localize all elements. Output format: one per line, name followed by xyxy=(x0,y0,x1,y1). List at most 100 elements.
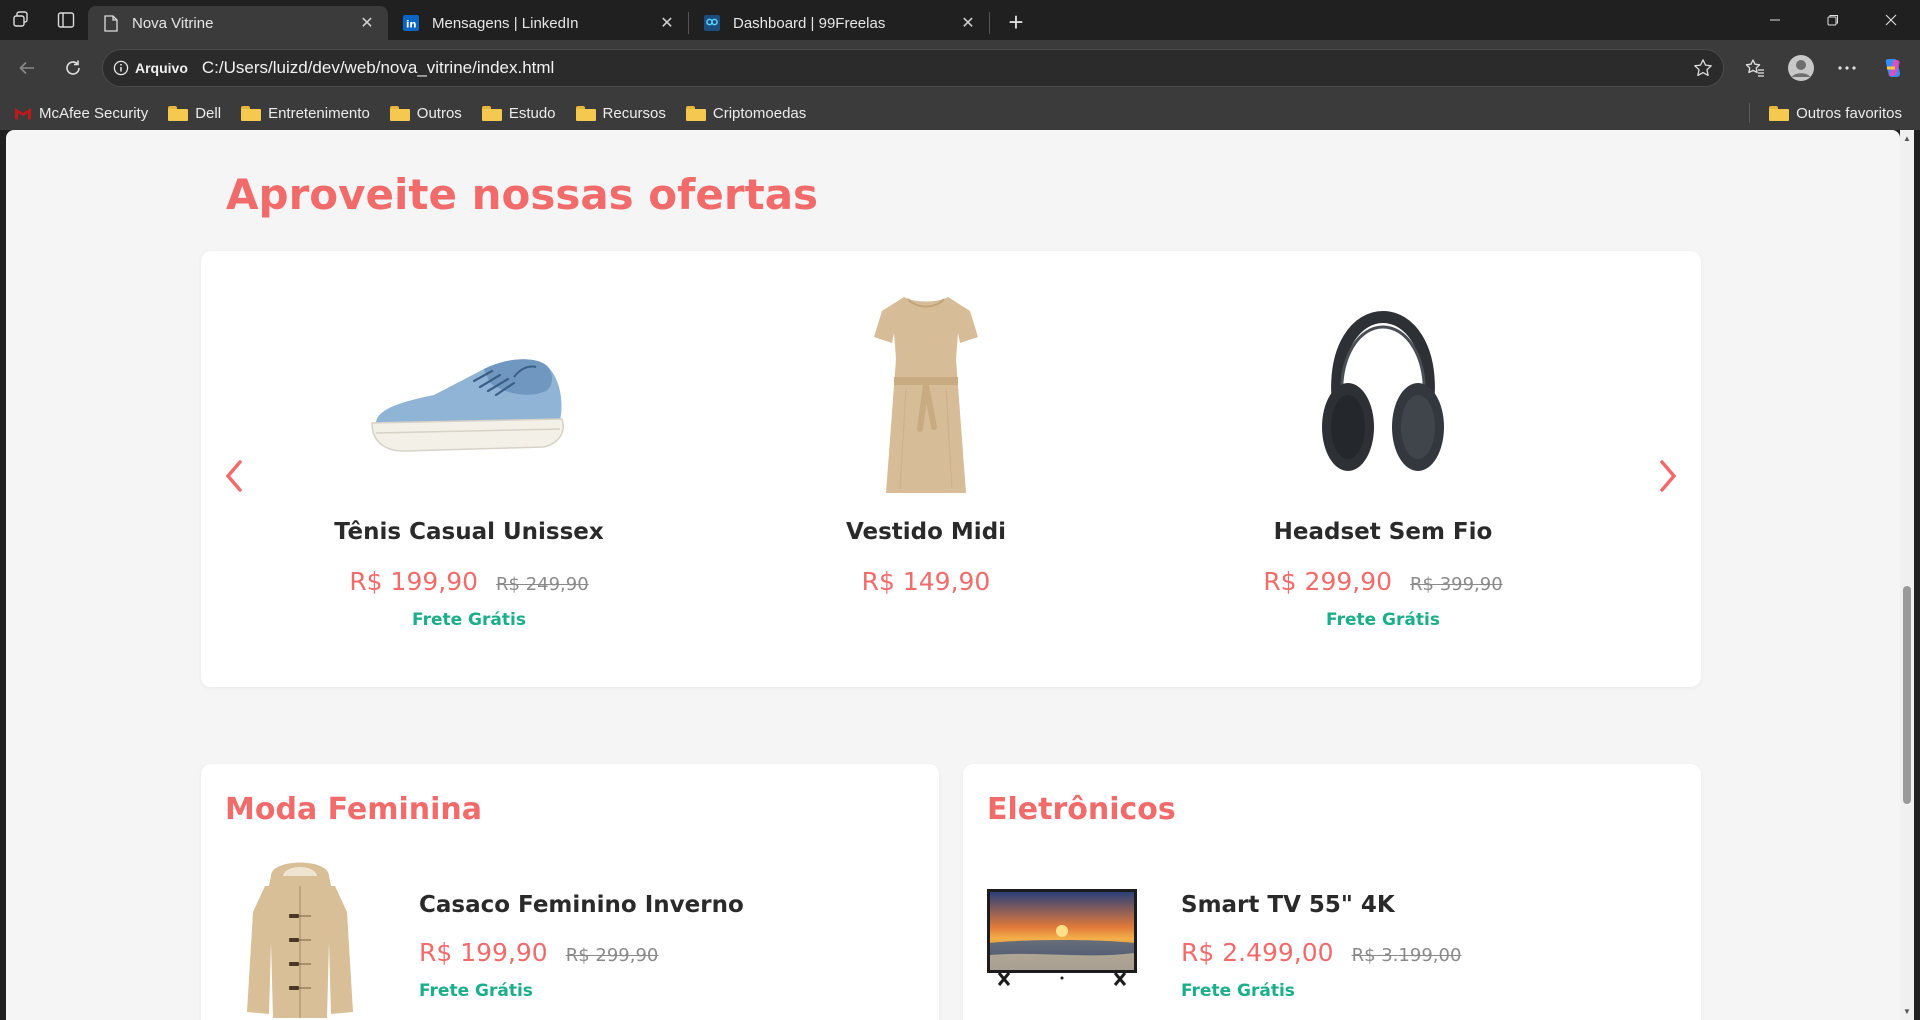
close-tab-icon[interactable]: ✕ xyxy=(656,12,678,34)
tab-title: Dashboard | 99Freelas xyxy=(733,14,886,32)
product-name: Tênis Casual Unissex xyxy=(334,519,604,545)
chevron-left-icon xyxy=(225,460,242,492)
restore-icon[interactable] xyxy=(1804,0,1862,40)
bookmarks-bar: McAfee Security Dell Entretenimento Outr… xyxy=(0,96,1920,130)
product-prices: R$ 299,90 R$ 399,90 xyxy=(1163,567,1603,596)
mcafee-icon xyxy=(15,108,31,120)
product-price: R$ 299,90 xyxy=(1263,567,1393,596)
product-prices: R$ 2.499,00 R$ 3.199,00 xyxy=(1181,938,1461,967)
navigation-bar: Arquivo C:/Users/luizd/dev/web/nova_vitr… xyxy=(0,40,1920,96)
bookmark-entretenimento[interactable]: Entretenimento xyxy=(231,99,380,127)
product-prices: R$ 199,90 R$ 299,90 xyxy=(419,938,744,967)
dress-image[interactable] xyxy=(706,289,1146,501)
close-tab-icon[interactable]: ✕ xyxy=(957,12,979,34)
offers-carousel: Tênis Casual Unissex R$ 199,90 R$ 249,90… xyxy=(201,251,1701,687)
tab-strip: Nova Vitrine ✕ in Mensagens | LinkedIn ✕… xyxy=(0,0,1920,40)
vertical-tabs-icon[interactable] xyxy=(44,0,88,40)
carousel-product[interactable]: Tênis Casual Unissex R$ 199,90 R$ 249,90… xyxy=(249,289,689,630)
profile-avatar-icon[interactable] xyxy=(1778,48,1824,88)
scroll-up-icon[interactable]: ▲ xyxy=(1903,134,1911,143)
tab-nova-vitrine[interactable]: Nova Vitrine ✕ xyxy=(88,6,388,40)
site-info-button[interactable]: Arquivo xyxy=(113,60,202,76)
close-window-icon[interactable] xyxy=(1862,0,1920,40)
toolbar-right xyxy=(1732,48,1916,88)
product-old-price: R$ 299,90 xyxy=(565,945,659,966)
close-tab-icon[interactable]: ✕ xyxy=(356,12,378,34)
bookmark-label: Recursos xyxy=(602,104,666,122)
bookmark-dell[interactable]: Dell xyxy=(158,99,231,127)
bookmark-criptomoedas[interactable]: Criptomoedas xyxy=(676,99,816,127)
product-old-price: R$ 3.199,00 xyxy=(1351,945,1462,966)
free-shipping-label: Frete Grátis xyxy=(412,610,526,630)
scrollbar-thumb[interactable] xyxy=(1903,586,1911,804)
product-name: Headset Sem Fio xyxy=(1273,519,1493,545)
product-prices: R$ 149,90 xyxy=(706,567,1146,596)
carousel-next-button[interactable] xyxy=(1653,456,1683,496)
bookmark-label: Entretenimento xyxy=(268,104,370,122)
bookmark-label: Estudo xyxy=(508,104,556,122)
free-shipping-label: Frete Grátis xyxy=(419,981,533,1001)
chevron-right-icon xyxy=(1660,460,1677,492)
carousel-product[interactable]: Headset Sem Fio R$ 299,90 R$ 399,90 Fret… xyxy=(1163,289,1603,630)
security-label: Arquivo xyxy=(135,60,188,76)
page-icon xyxy=(102,14,120,32)
more-options-icon[interactable] xyxy=(1824,48,1870,88)
new-tab-button[interactable]: + xyxy=(996,5,1036,39)
favorites-icon[interactable] xyxy=(1732,48,1778,88)
tab-99freelas[interactable]: Dashboard | 99Freelas ✕ xyxy=(689,6,989,40)
offers-heading: Aproveite nossas ofertas xyxy=(226,170,819,219)
address-bar[interactable]: Arquivo C:/Users/luizd/dev/web/nova_vitr… xyxy=(102,49,1724,87)
copilot-icon[interactable] xyxy=(1870,48,1916,88)
carousel-product[interactable]: Vestido Midi R$ 149,90 xyxy=(706,289,1146,596)
bookmark-mcafee[interactable]: McAfee Security xyxy=(4,99,158,127)
category-product[interactable]: Smart TV 55" 4K R$ 2.499,00 R$ 3.199,00 … xyxy=(1181,892,1461,1001)
bookmark-estudo[interactable]: Estudo xyxy=(472,99,566,127)
bookmark-label: McAfee Security xyxy=(39,104,149,122)
bookmark-label: Dell xyxy=(195,104,222,122)
coat-image[interactable] xyxy=(225,852,375,1020)
reload-icon xyxy=(66,60,80,75)
99freelas-icon xyxy=(703,14,721,32)
window-edge xyxy=(1914,130,1920,1020)
bookmarks-separator xyxy=(1749,103,1750,123)
bookmark-recursos[interactable]: Recursos xyxy=(566,99,676,127)
folder-icon xyxy=(241,105,262,121)
favorite-star-icon[interactable] xyxy=(1683,58,1723,78)
page-viewport: Aproveite nossas ofertas Tênis Casual Un… xyxy=(6,130,1900,1020)
bookmark-label: Outros favoritos xyxy=(1796,104,1902,122)
info-icon xyxy=(113,60,129,76)
back-button[interactable] xyxy=(4,48,50,88)
url-text[interactable]: C:/Users/luizd/dev/web/nova_vitrine/inde… xyxy=(202,58,1683,78)
folder-icon xyxy=(168,105,189,121)
tv-image[interactable] xyxy=(987,852,1137,1020)
category-title: Moda Feminina xyxy=(225,792,483,827)
bookmark-outros[interactable]: Outros xyxy=(380,99,472,127)
category-product[interactable]: Casaco Feminino Inverno R$ 199,90 R$ 299… xyxy=(419,892,744,1001)
tab-title: Mensagens | LinkedIn xyxy=(432,14,579,32)
folder-icon xyxy=(481,105,502,121)
folder-icon xyxy=(389,105,410,121)
other-favorites-folder[interactable]: Outros favoritos xyxy=(1759,99,1912,127)
bookmark-label: Criptomoedas xyxy=(712,104,807,122)
carousel-prev-button[interactable] xyxy=(219,456,249,496)
reload-button[interactable] xyxy=(50,48,96,88)
page-scrollbar[interactable]: ▲ ▼ xyxy=(1900,130,1914,1020)
headset-image[interactable] xyxy=(1163,289,1603,501)
folder-icon xyxy=(685,105,706,121)
tab-separator xyxy=(989,12,990,34)
category-card-moda-feminina: Moda Feminina Casaco Feminino Inverno R$… xyxy=(201,764,939,1020)
folder-icon xyxy=(575,105,596,121)
tab-title: Nova Vitrine xyxy=(132,14,214,32)
arrow-left-icon xyxy=(19,61,34,75)
workspaces-icon[interactable] xyxy=(0,0,44,40)
product-old-price: R$ 399,90 xyxy=(1410,574,1503,595)
scroll-down-icon[interactable]: ▼ xyxy=(1903,1007,1911,1016)
product-name: Smart TV 55" 4K xyxy=(1181,892,1395,918)
bookmark-label: Outros xyxy=(416,104,462,122)
tab-linkedin[interactable]: in Mensagens | LinkedIn ✕ xyxy=(388,6,688,40)
svg-text:in: in xyxy=(406,20,417,31)
minimize-icon[interactable] xyxy=(1746,0,1804,40)
product-old-price: R$ 249,90 xyxy=(496,574,589,595)
sneaker-image[interactable] xyxy=(249,289,689,501)
window-controls xyxy=(1746,0,1920,40)
